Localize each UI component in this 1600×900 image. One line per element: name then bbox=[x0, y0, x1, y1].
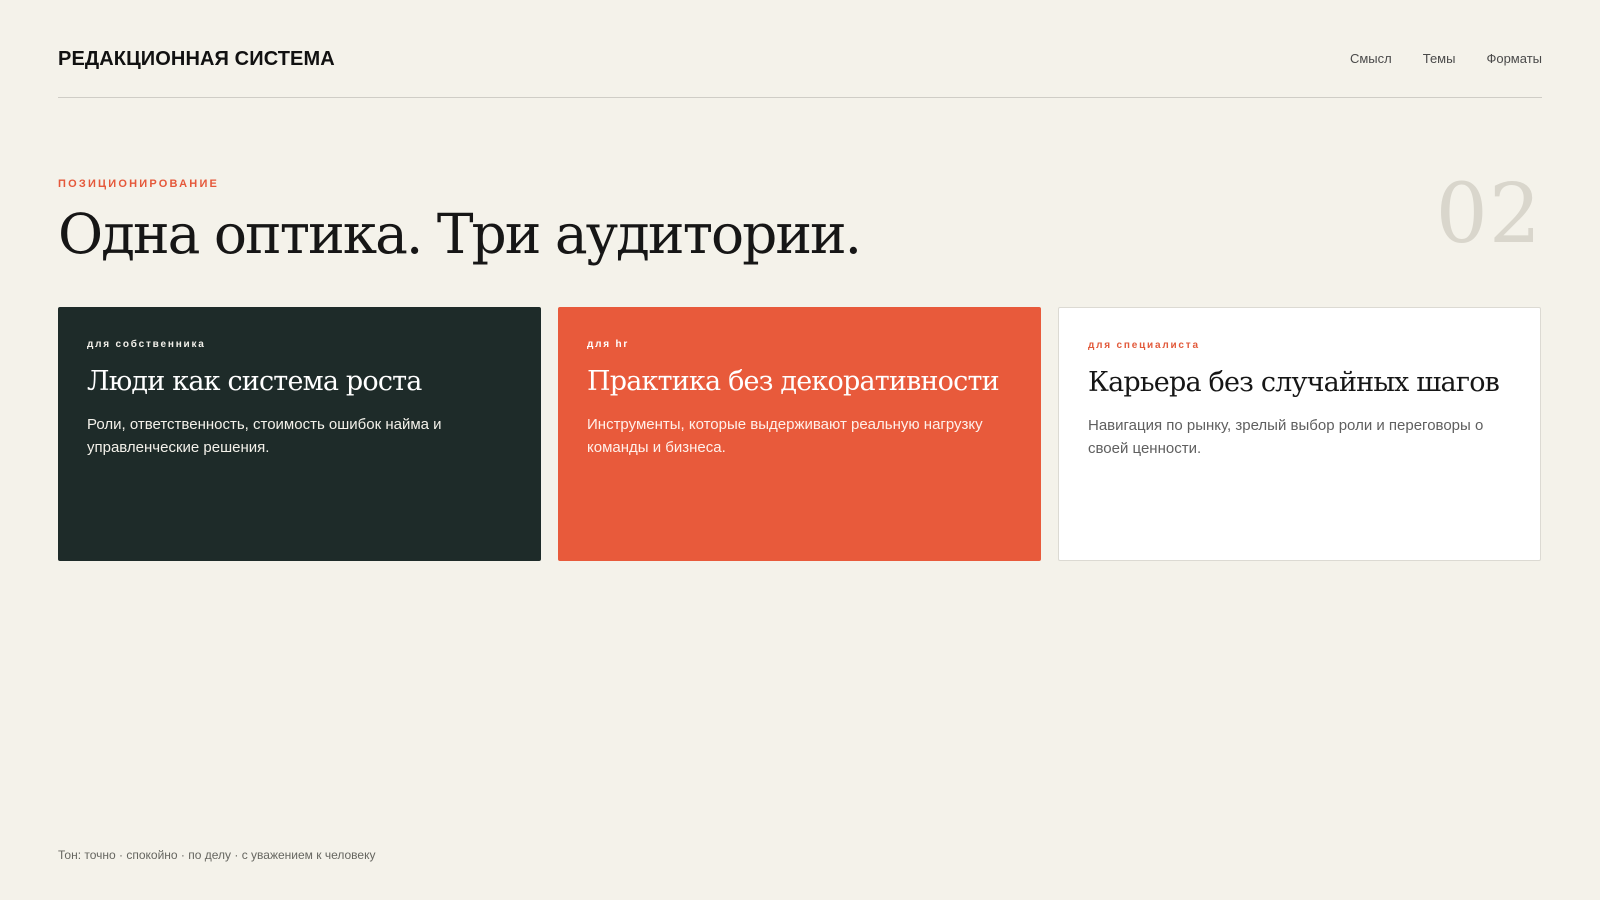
section-eyebrow: ПОЗИЦИОНИРОВАНИЕ bbox=[58, 178, 220, 190]
nav-link-meaning[interactable]: Смысл bbox=[1350, 51, 1392, 67]
audience-card-hr[interactable]: для HR Практика без декоративности Инстр… bbox=[558, 307, 1041, 561]
audience-card-description: Инструменты, которые выдерживают реальну… bbox=[587, 416, 983, 456]
audience-card-specialist[interactable]: для специалиста Карьера без случайных ша… bbox=[1058, 307, 1541, 561]
section-number: 02 bbox=[1435, 167, 1542, 262]
audience-card-description: Навигация по рынку, зрелый выбор роли и … bbox=[1088, 417, 1484, 457]
site-header: РЕДАКЦИОННАЯ СИСТЕМА Смысл Темы Форматы bbox=[58, 0, 1542, 98]
brand-title[interactable]: РЕДАКЦИОННАЯ СИСТЕМА bbox=[58, 47, 335, 71]
nav-link-topics[interactable]: Темы bbox=[1423, 51, 1456, 67]
audience-card-label: для собственника bbox=[87, 339, 206, 350]
audience-card-owner[interactable]: для собственника Люди как система роста … bbox=[58, 307, 541, 561]
audience-card-label: для HR bbox=[587, 339, 630, 350]
audience-card-title: Люди как система роста bbox=[87, 366, 422, 397]
top-navigation: Смысл Темы Форматы bbox=[1350, 51, 1542, 67]
audience-card-title: Карьера без случайных шагов bbox=[1088, 367, 1500, 398]
audience-card-title: Практика без декоративности bbox=[587, 366, 1000, 397]
audience-card-label: для специалиста bbox=[1088, 340, 1200, 351]
audience-card-description: Роли, ответственность, стоимость ошибок … bbox=[87, 416, 442, 456]
nav-link-formats[interactable]: Форматы bbox=[1486, 51, 1542, 67]
audience-cards: для собственника Люди как система роста … bbox=[58, 307, 1542, 561]
tone-footer-note: Тон: точно · спокойно · по делу · с уваж… bbox=[58, 848, 376, 862]
page-headline: Одна оптика. Три аудитории. bbox=[58, 202, 862, 266]
